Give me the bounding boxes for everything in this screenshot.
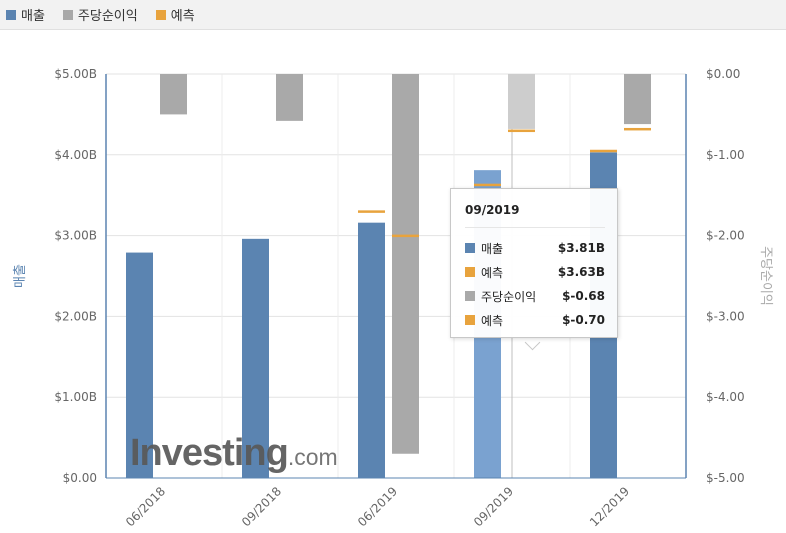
right-axis-title: 주당순이익 xyxy=(758,246,773,306)
tooltip-row-revenue-forecast: 예측 $3.63B xyxy=(465,260,605,284)
eps-bar xyxy=(160,74,187,115)
eps-forecast-marker xyxy=(624,127,651,131)
eps-forecast-marker xyxy=(392,234,419,238)
logo-brand: Investing xyxy=(130,432,289,474)
investing-logo: Investing.com xyxy=(130,432,338,474)
tooltip-row-eps-forecast: 예측 $-0.70 xyxy=(465,308,605,332)
tooltip-label: 매출 xyxy=(481,241,504,256)
logo-suffix: .com xyxy=(287,444,338,470)
right-tick-label: $-1.00 xyxy=(706,148,745,162)
left-tick-label: $3.00B xyxy=(54,229,97,243)
left-axis-title: 매출 xyxy=(13,264,28,288)
category-label: 09/2019 xyxy=(471,484,516,529)
eps-bar xyxy=(508,74,535,129)
category-label: 12/2019 xyxy=(587,484,632,529)
left-tick-label: $4.00B xyxy=(54,148,97,162)
revenue-forecast-marker xyxy=(590,149,617,153)
tooltip-label: 예측 xyxy=(481,265,504,280)
tooltip-value: $3.81B xyxy=(557,241,605,255)
tooltip-label: 예측 xyxy=(481,313,504,328)
tooltip-label: 주당순이익 xyxy=(481,289,537,304)
left-tick-label: $0.00 xyxy=(63,471,97,485)
revenue-forecast-marker xyxy=(358,210,385,213)
category-label: 06/2019 xyxy=(355,484,400,529)
tooltip-separator xyxy=(465,227,605,228)
revenue-forecast-marker xyxy=(474,183,501,187)
tooltip-swatch-revenue xyxy=(465,243,475,253)
tooltip-value: $-0.70 xyxy=(562,313,605,327)
tooltip: 09/2019 매출 $3.81B 예측 $3.63B 주당순이익 $-0.68… xyxy=(450,188,618,338)
category-label: 09/2018 xyxy=(239,484,284,529)
category-label: 06/2018 xyxy=(123,484,168,529)
tooltip-title: 09/2019 xyxy=(465,203,520,217)
eps-bar xyxy=(392,74,419,454)
tooltip-row-revenue: 매출 $3.81B xyxy=(465,236,605,260)
eps-forecast-marker xyxy=(508,129,535,133)
tooltip-value: $-0.68 xyxy=(562,289,605,303)
right-tick-label: $-5.00 xyxy=(706,471,745,485)
tooltip-swatch-forecast xyxy=(465,267,475,277)
left-tick-label: $1.00B xyxy=(54,390,97,404)
revenue-bar xyxy=(358,222,385,478)
tooltip-swatch-eps-forecast xyxy=(465,315,475,325)
right-tick-label: $-3.00 xyxy=(706,309,745,323)
earnings-chart: $0.00 $1.00B $2.00B $3.00B $4.00B $5.00B $0.00… xyxy=(13,67,773,529)
tooltip-value: $3.63B xyxy=(557,265,605,279)
tooltip-swatch-eps xyxy=(465,291,475,301)
eps-bar xyxy=(624,74,651,125)
left-tick-label: $2.00B xyxy=(54,309,97,323)
right-tick-label: $-4.00 xyxy=(706,390,745,404)
right-tick-label: $0.00 xyxy=(706,67,740,81)
left-tick-label: $5.00B xyxy=(54,67,97,81)
tooltip-row-eps: 주당순이익 $-0.68 xyxy=(465,284,605,308)
right-tick-label: $-2.00 xyxy=(706,229,745,243)
eps-bar xyxy=(276,74,303,121)
